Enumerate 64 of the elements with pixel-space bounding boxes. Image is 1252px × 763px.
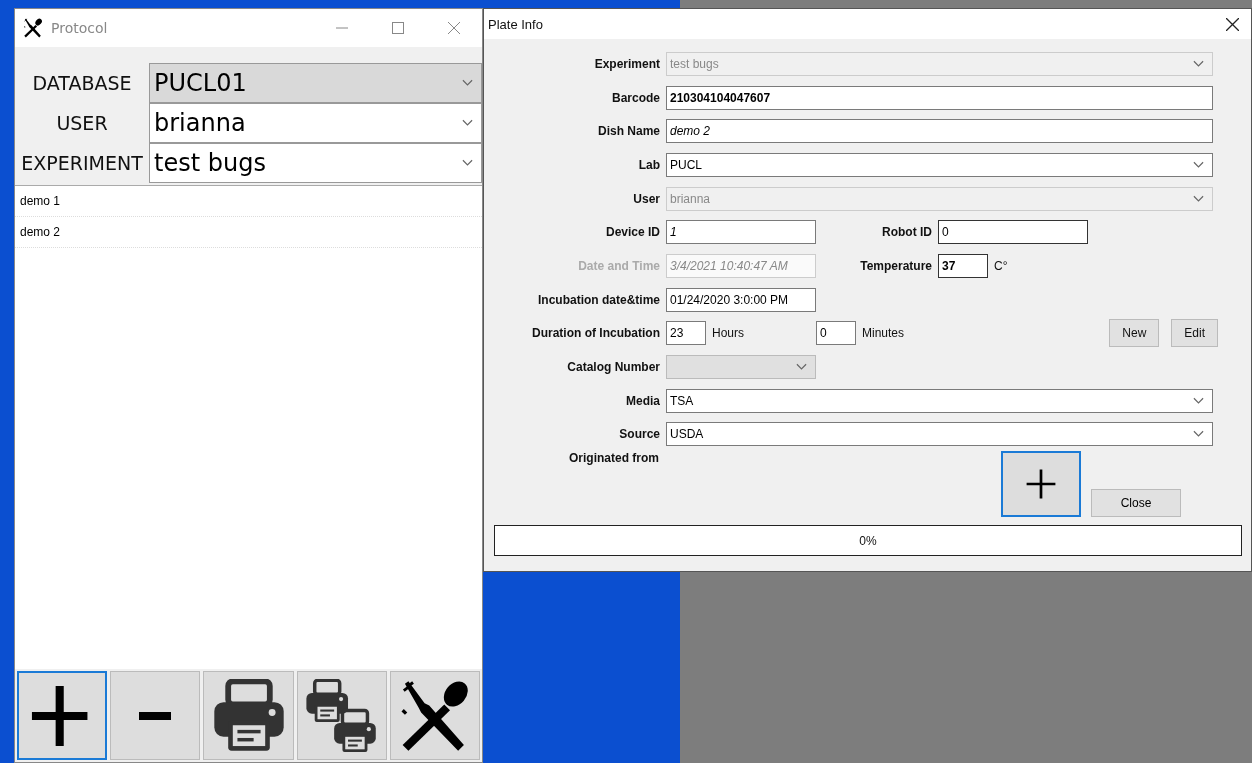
button[interactable]: New — [1109, 319, 1160, 348]
dropdown[interactable]: TSA — [666, 388, 1213, 413]
close-icon — [448, 22, 460, 34]
button[interactable]: Edit — [1171, 319, 1218, 348]
dropdown[interactable]: PUCL — [666, 152, 1213, 177]
field-label: Temperature — [859, 258, 933, 273]
progress-reading: 0% — [859, 533, 877, 548]
printers-icon — [304, 678, 379, 753]
close-icon — [1226, 17, 1239, 31]
chevron-down-icon — [1193, 430, 1204, 439]
add-button[interactable] — [1001, 451, 1081, 518]
print-button[interactable] — [203, 671, 294, 760]
input-field[interactable]: 37 — [938, 253, 988, 278]
field-label: USER — [55, 112, 109, 134]
field-label: EXPERIMENT — [20, 152, 144, 174]
unit-label: C° — [994, 258, 1009, 273]
printer-icon — [211, 678, 286, 753]
field-label: Robot ID — [881, 225, 933, 240]
field-label: Duration of Incubation — [531, 326, 661, 341]
fork-and-spoon-icon — [23, 18, 43, 38]
field-label: Media — [625, 393, 661, 408]
field-label: Lab — [637, 157, 661, 172]
field-label: User — [632, 191, 661, 206]
input-field[interactable]: 23 — [666, 321, 706, 346]
dropdown[interactable]: test bugs — [149, 143, 482, 183]
chevron-down-icon — [1193, 160, 1204, 169]
chevron-down-icon — [1193, 396, 1204, 405]
chevron-down-icon — [796, 363, 807, 372]
dropdown[interactable]: USDA — [666, 422, 1213, 447]
list-item[interactable]: demo 1 — [15, 186, 482, 217]
field-label: Source — [618, 427, 661, 442]
chevron-down-icon — [1193, 59, 1204, 68]
list-item[interactable]: demo 2 — [15, 217, 482, 248]
field-label: Originated from — [569, 451, 659, 466]
chevron-down-icon — [1193, 194, 1204, 203]
field-label: Incubation date&time — [537, 292, 661, 307]
dropdown[interactable]: brianna — [149, 103, 482, 143]
field-label: Catalog Number — [566, 360, 661, 375]
window-title: Plate Info — [488, 16, 543, 32]
field-label: Experiment — [593, 56, 661, 71]
field-label: Dish Name — [596, 124, 661, 139]
chevron-down-icon — [462, 159, 473, 167]
maximize-icon — [392, 22, 404, 34]
input-field[interactable]: 0 — [816, 321, 856, 346]
field-label: Barcode — [610, 90, 661, 105]
protocol-button[interactable] — [389, 671, 481, 760]
input-field[interactable]: 0 — [938, 220, 1088, 245]
input-field[interactable]: demo 2 — [666, 119, 1213, 144]
add-button[interactable] — [17, 671, 108, 760]
remove-button[interactable] — [110, 671, 201, 760]
field-label: Device ID — [604, 225, 661, 240]
chevron-down-icon — [462, 79, 473, 87]
input-field[interactable]: 01/24/2020 3:0:00 PM — [666, 287, 816, 312]
field-label: Date and Time — [577, 258, 661, 273]
unit-label: Minutes — [862, 326, 906, 341]
close-button[interactable]: Close — [1091, 489, 1181, 518]
print-button[interactable] — [296, 671, 387, 760]
window-title: Protocol — [51, 20, 108, 36]
input-field[interactable]: 210304104047607 — [666, 85, 1213, 110]
unit-label: Hours — [712, 326, 745, 341]
input-field[interactable]: 1 — [666, 220, 816, 245]
minus-icon — [139, 711, 172, 720]
chevron-down-icon — [462, 119, 473, 127]
field-label: DATABASE — [31, 72, 133, 94]
